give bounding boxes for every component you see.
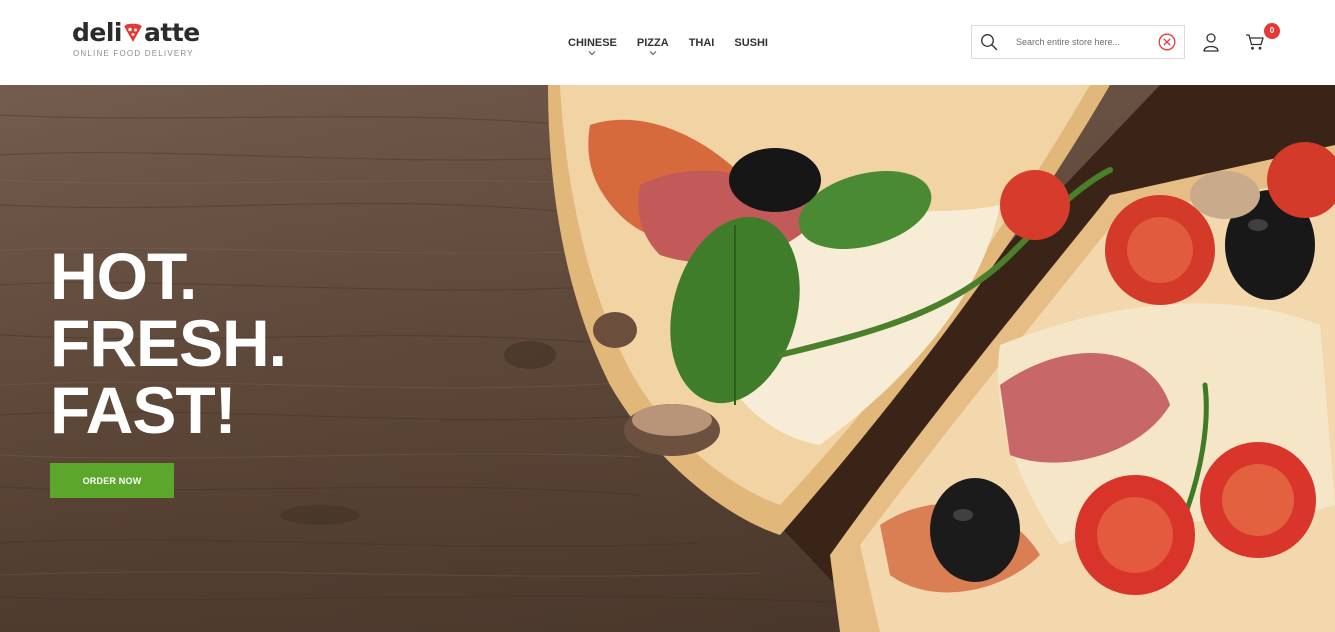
user-icon[interactable] xyxy=(1201,32,1221,52)
headline-line: HOT. xyxy=(50,239,197,313)
clear-circle-icon[interactable] xyxy=(1158,33,1176,51)
site-header: deli atte ONLINE FOOD DELIVERY CHINESE P… xyxy=(0,0,1335,85)
order-now-button[interactable]: ORDER NOW xyxy=(50,463,174,498)
nav-item-pizza[interactable]: PIZZA xyxy=(627,30,679,60)
nav-item-label: THAI xyxy=(688,37,715,49)
nav-item-chinese[interactable]: CHINESE xyxy=(558,30,627,60)
cart-icon[interactable] xyxy=(1245,33,1265,51)
hero-banner: HOT. FRESH. FAST! ORDER NOW xyxy=(0,85,1335,632)
search-box xyxy=(971,25,1185,59)
search-input[interactable] xyxy=(1016,32,1136,52)
chevron-down-icon xyxy=(589,51,596,56)
nav-item-thai[interactable]: THAI xyxy=(679,30,725,60)
nav-item-label: SUSHI xyxy=(734,37,768,49)
headline-line: FRESH. xyxy=(50,306,287,380)
logo[interactable]: deli atte ONLINE FOOD DELIVERY xyxy=(72,18,202,62)
search-icon[interactable] xyxy=(980,33,998,51)
hero-headline: HOT. FRESH. FAST! xyxy=(50,239,287,447)
main-nav: CHINESE PIZZA THAI SUSHI xyxy=(558,30,778,60)
nav-item-sushi[interactable]: SUSHI xyxy=(724,30,778,60)
pizza-slice-icon xyxy=(124,23,142,42)
nav-item-label: CHINESE xyxy=(568,37,617,49)
headline-line: FAST! xyxy=(50,373,237,447)
nav-item-label: PIZZA xyxy=(636,37,669,49)
cart-count-badge: 0 xyxy=(1264,23,1280,39)
logo-wordmark: deli atte xyxy=(72,18,200,47)
logo-tagline: ONLINE FOOD DELIVERY xyxy=(73,49,194,58)
chevron-down-icon xyxy=(649,51,657,56)
